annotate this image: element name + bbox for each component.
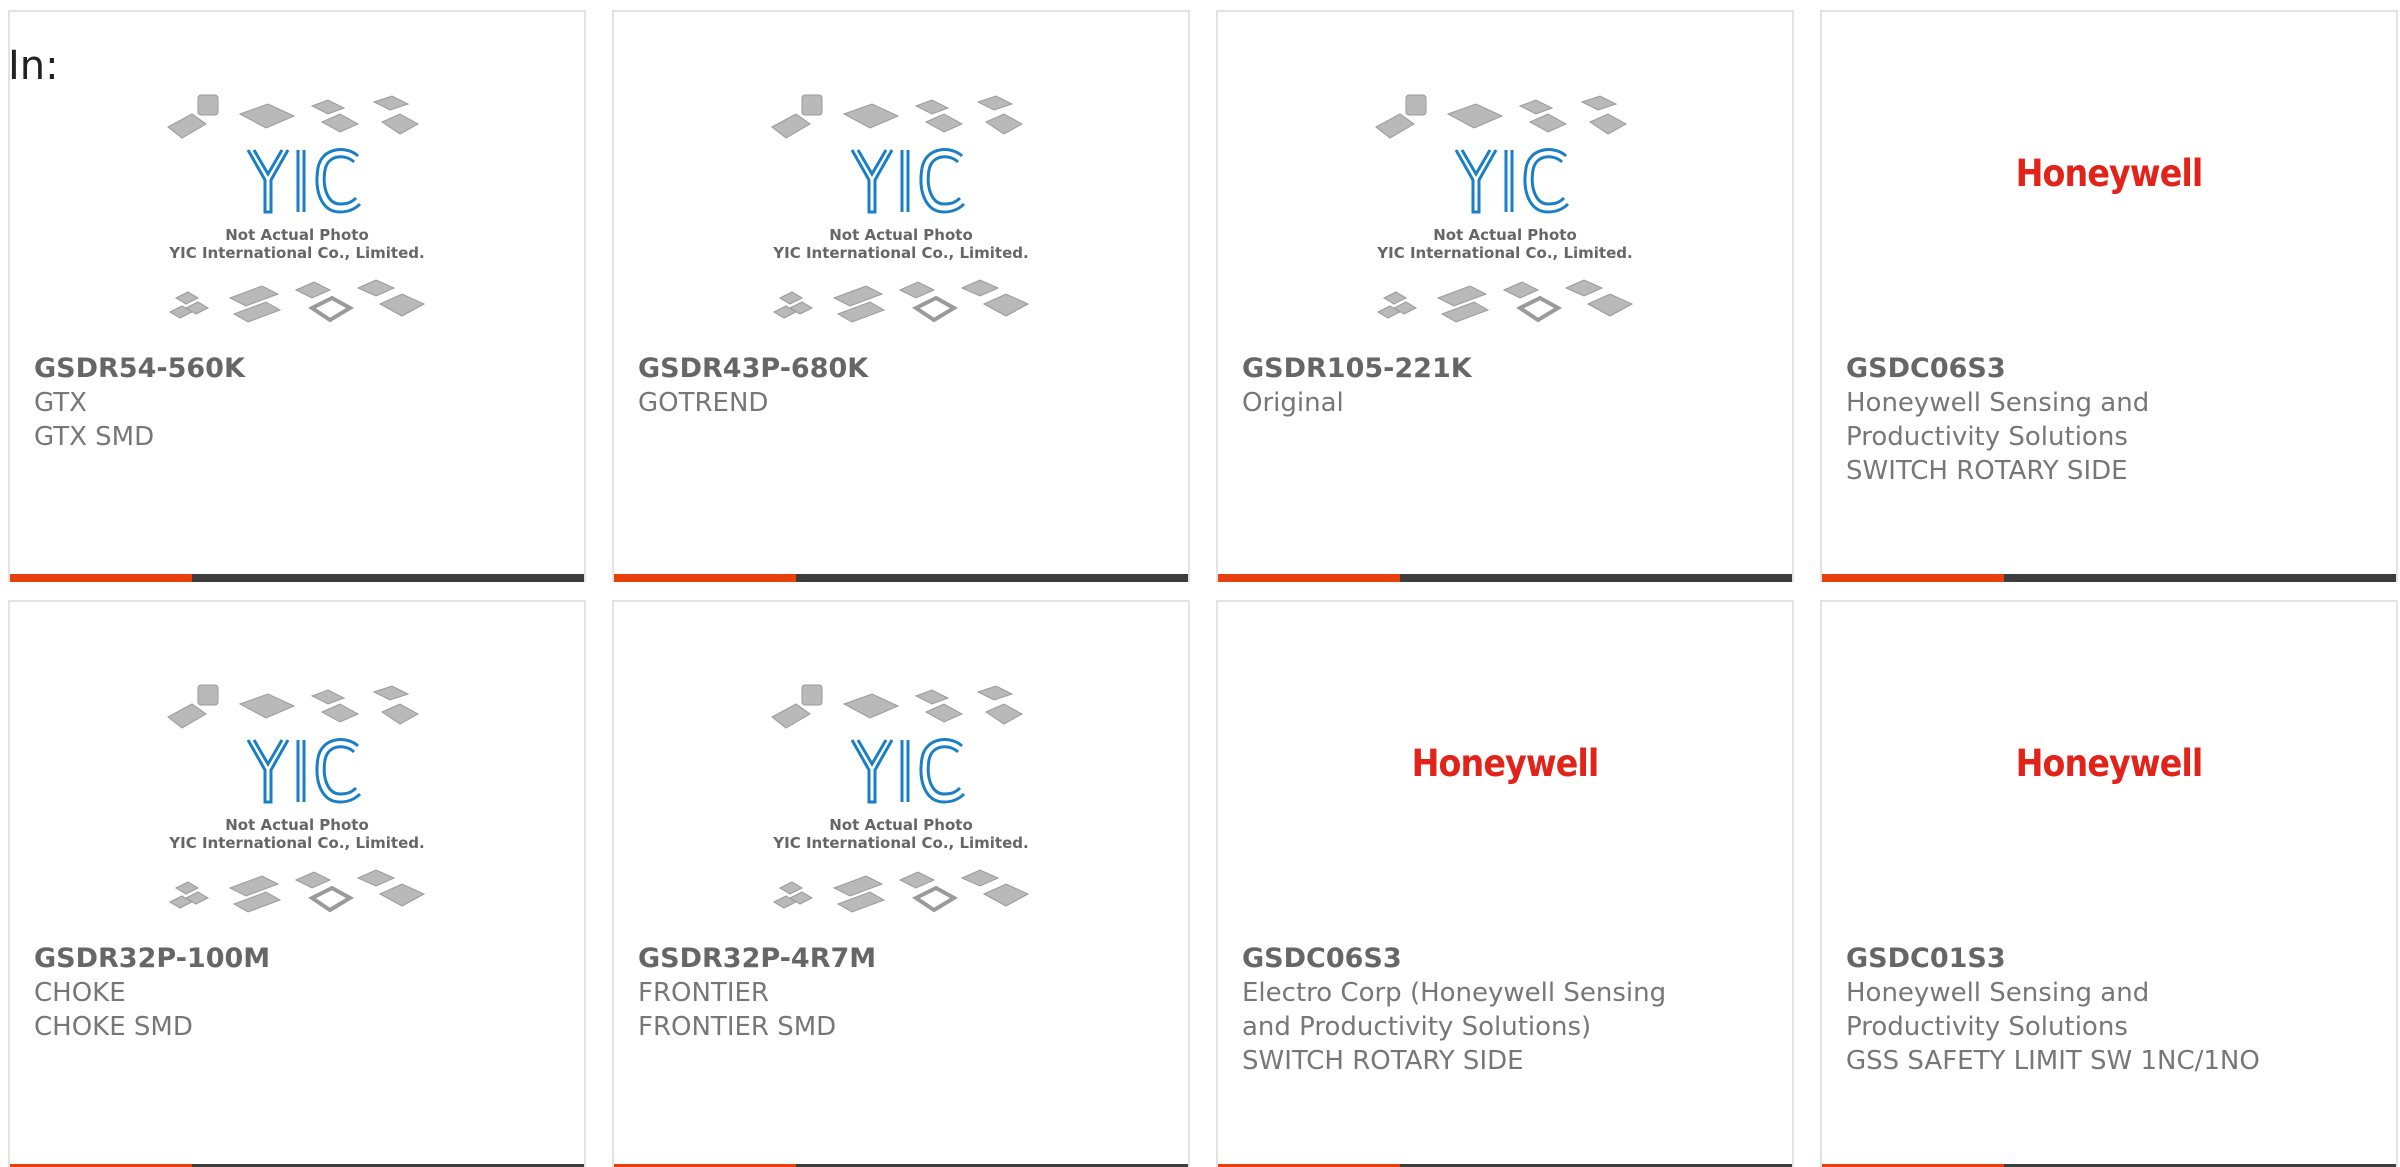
manufacturer-name: FRONTIER bbox=[638, 978, 769, 1008]
placeholder-line2: YIC International Co., Limited. bbox=[168, 244, 424, 262]
card-bottom-bar bbox=[1218, 574, 1792, 582]
manufacturer-name: GOTREND bbox=[638, 388, 769, 418]
product-card[interactable]: Not Actual Photo YIC International Co., … bbox=[1216, 10, 1794, 582]
manufacturer-name: Original bbox=[1242, 388, 1344, 418]
manufacturer-name: Productivity Solutions bbox=[1846, 422, 2128, 452]
card-accent-bar bbox=[614, 574, 796, 582]
card-accent-bar bbox=[1218, 574, 1400, 582]
product-description: SWITCH ROTARY SIDE bbox=[1242, 1046, 1524, 1076]
product-image[interactable]: Not Actual Photo YIC International Co., … bbox=[10, 12, 584, 342]
product-info: GSDR32P-100M CHOKE CHOKE SMD bbox=[34, 942, 560, 1044]
manufacturer-name: Electro Corp (Honeywell Sensing bbox=[1242, 978, 1667, 1008]
product-info: GSDR43P-680K GOTREND bbox=[638, 352, 1164, 420]
manufacturer-name: GTX bbox=[34, 388, 87, 418]
product-image[interactable]: Not Actual Photo YIC International Co., … bbox=[614, 602, 1188, 932]
product-info: GSDC06S3 Honeywell Sensing and Productivit… bbox=[1846, 352, 2372, 488]
part-number-link[interactable]: GSDC01S3 bbox=[1846, 942, 2372, 976]
product-description: GTX SMD bbox=[34, 422, 155, 452]
honeywell-logo: Honeywell bbox=[2015, 742, 2204, 785]
not-actual-photo-placeholder: Not Actual Photo YIC International Co., … bbox=[167, 684, 426, 913]
product-image[interactable]: Not Actual Photo YIC International Co., … bbox=[614, 12, 1188, 342]
product-info: GSDR32P-4R7M FRONTIER FRONTIER SMD bbox=[638, 942, 1164, 1044]
product-card[interactable]: Honeywell GSDC06S3 Honeywell Sensing and Pr… bbox=[1820, 10, 2398, 582]
card-accent-bar bbox=[1822, 574, 2004, 582]
part-number-link[interactable]: GSDR43P-680K bbox=[638, 352, 1164, 386]
manufacturer-name: Honeywell Sensing and bbox=[1846, 978, 2150, 1008]
part-number-link[interactable]: GSDC06S3 bbox=[1846, 352, 2372, 386]
product-description: SWITCH ROTARY SIDE bbox=[1846, 456, 2128, 486]
product-image[interactable]: Not Actual Photo YIC International Co., … bbox=[10, 602, 584, 932]
product-card[interactable]: Not Actual Photo YIC International Co., … bbox=[612, 600, 1190, 1167]
card-bottom-bar bbox=[1822, 574, 2396, 582]
placeholder-line1: Not Actual Photo bbox=[1433, 226, 1577, 244]
part-number-link[interactable]: GSDR32P-100M bbox=[34, 942, 560, 976]
honeywell-logo: Honeywell bbox=[2015, 152, 2204, 195]
product-description: CHOKE SMD bbox=[34, 1012, 193, 1042]
part-number-link[interactable]: GSDR32P-4R7M bbox=[638, 942, 1164, 976]
filter-in-label: In: bbox=[8, 43, 59, 89]
manufacturer-name: and Productivity Solutions) bbox=[1242, 1012, 1592, 1042]
placeholder-line2: YIC International Co., Limited. bbox=[168, 834, 424, 852]
not-actual-photo-placeholder: Not Actual Photo YIC International Co., … bbox=[771, 94, 1030, 323]
card-bottom-bar bbox=[614, 574, 1188, 582]
product-card[interactable]: Honeywell GSDC06S3 Electro Corp (Honeywell… bbox=[1216, 600, 1794, 1167]
product-card[interactable]: Not Actual Photo YIC International Co., … bbox=[8, 600, 586, 1167]
placeholder-line2: YIC International Co., Limited. bbox=[772, 834, 1028, 852]
product-image[interactable]: Honeywell bbox=[1822, 602, 2396, 932]
card-bottom-bar bbox=[10, 574, 584, 582]
product-grid-page: In: Not Actual Photo YIC International C… bbox=[0, 0, 2400, 1167]
product-description: FRONTIER SMD bbox=[638, 1012, 837, 1042]
placeholder-line1: Not Actual Photo bbox=[829, 226, 973, 244]
product-image[interactable]: Not Actual Photo YIC International Co., … bbox=[1218, 12, 1792, 342]
not-actual-photo-placeholder: Not Actual Photo YIC International Co., … bbox=[771, 684, 1030, 913]
card-accent-bar bbox=[10, 574, 192, 582]
product-info: GSDC01S3 Honeywell Sensing and Productivit… bbox=[1846, 942, 2372, 1078]
manufacturer-name: CHOKE bbox=[34, 978, 126, 1008]
part-number-link[interactable]: GSDC06S3 bbox=[1242, 942, 1768, 976]
product-card[interactable]: Not Actual Photo YIC International Co., … bbox=[8, 10, 586, 582]
part-number-link[interactable]: GSDR54-560K bbox=[34, 352, 560, 386]
product-image[interactable]: Honeywell bbox=[1822, 12, 2396, 342]
honeywell-logo: Honeywell bbox=[1411, 742, 1600, 785]
manufacturer-name: Productivity Solutions bbox=[1846, 1012, 2128, 1042]
placeholder-line1: Not Actual Photo bbox=[829, 816, 973, 834]
product-image[interactable]: Honeywell bbox=[1218, 602, 1792, 932]
not-actual-photo-placeholder: Not Actual Photo YIC International Co., … bbox=[1375, 94, 1634, 323]
placeholder-line2: YIC International Co., Limited. bbox=[772, 244, 1028, 262]
product-info: GSDR54-560K GTX GTX SMD bbox=[34, 352, 560, 454]
not-actual-photo-placeholder: Not Actual Photo YIC International Co., … bbox=[167, 94, 426, 323]
product-info: GSDR105-221K Original bbox=[1242, 352, 1768, 420]
product-info: GSDC06S3 Electro Corp (Honeywell Sensing a… bbox=[1242, 942, 1768, 1078]
product-card[interactable]: Not Actual Photo YIC International Co., … bbox=[612, 10, 1190, 582]
part-number-link[interactable]: GSDR105-221K bbox=[1242, 352, 1768, 386]
placeholder-line1: Not Actual Photo bbox=[225, 816, 369, 834]
placeholder-line1: Not Actual Photo bbox=[225, 226, 369, 244]
product-description: GSS SAFETY LIMIT SW 1NC/1NO bbox=[1846, 1046, 2260, 1076]
product-card[interactable]: Honeywell GSDC01S3 Honeywell Sensing and Pr… bbox=[1820, 600, 2398, 1167]
manufacturer-name: Honeywell Sensing and bbox=[1846, 388, 2150, 418]
placeholder-line2: YIC International Co., Limited. bbox=[1376, 244, 1632, 262]
